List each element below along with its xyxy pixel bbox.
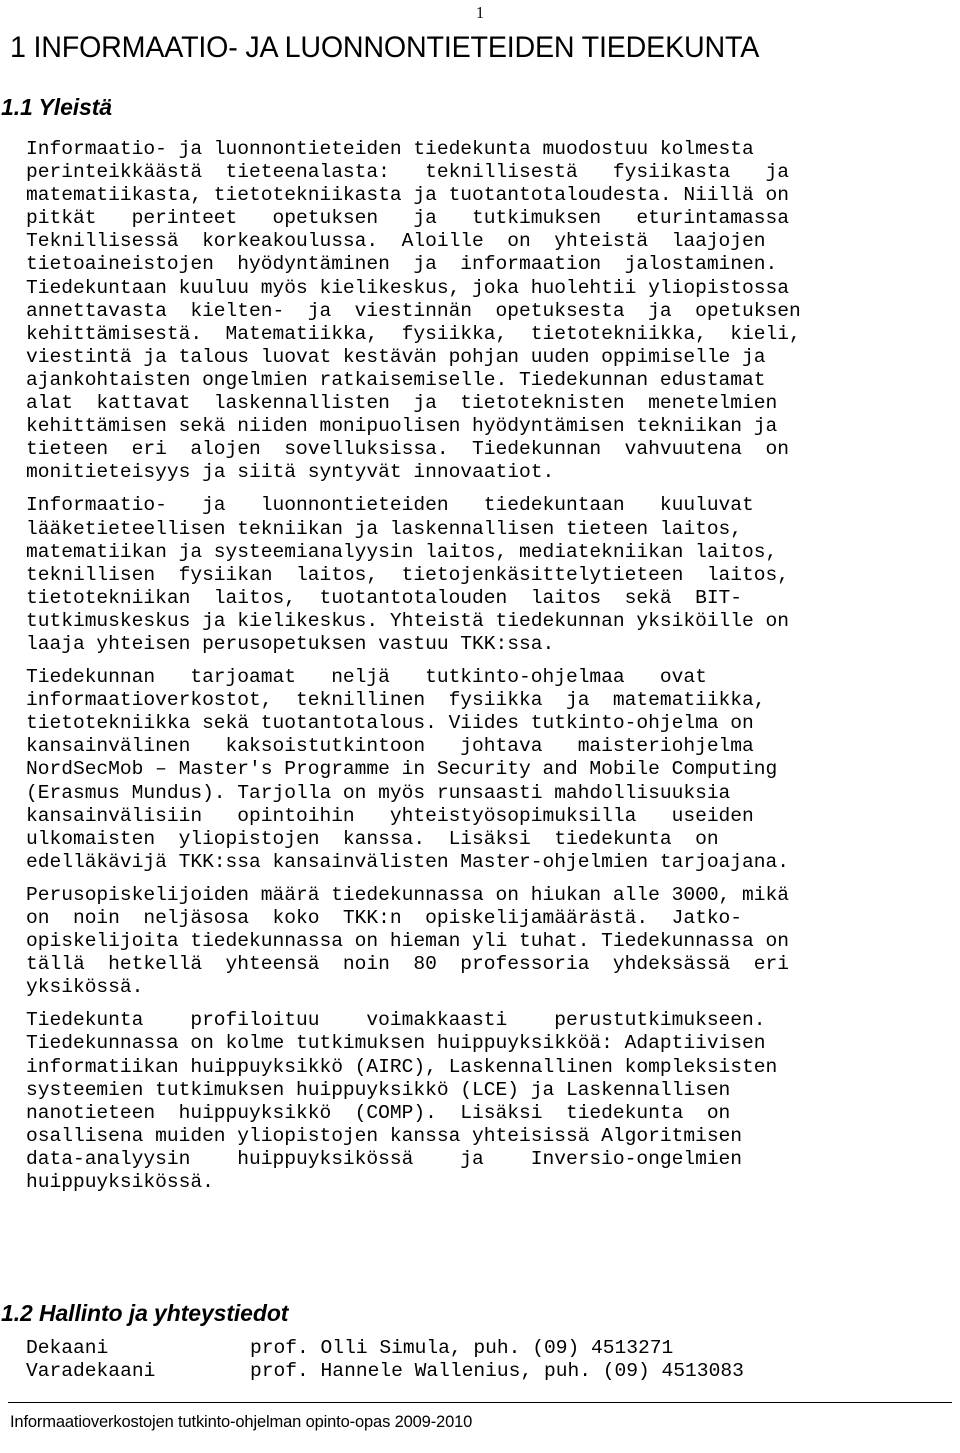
paragraph-line: osallisena muiden yliopistojen kanssa yh…	[26, 1124, 743, 1147]
paragraph-line: tietotekniikan laitos, tuotantotalouden …	[26, 586, 743, 609]
paragraph-line: tietotekniikka sekä tuotantotalous. Viid…	[26, 712, 754, 735]
paragraph-line: lääketieteellisen tekniikan ja laskennal…	[26, 517, 743, 540]
paragraph-line: laaja yhteisen perusopetuksen vastuu TKK…	[26, 632, 555, 655]
paragraph-line: alat kattavat laskennallisten ja tietote…	[26, 392, 778, 415]
paragraph-line: matematiikasta, tietotekniikasta ja tuot…	[26, 184, 789, 207]
paragraph-line: huippuyksikössä.	[26, 1171, 214, 1194]
page-content: 1 INFORMAATIO- JA LUONNONTIETEIDEN TIEDE…	[10, 30, 950, 66]
footer-text: Informaatioverkostojen tutkinto-ohjelman…	[10, 1413, 473, 1431]
section-body-yleista: Informaatio- ja luonnontieteiden tiedeku…	[26, 138, 938, 1194]
paragraph-line: kehittämisen sekä niiden monipuolisen hy…	[26, 415, 778, 438]
paragraph-line: tietoaineistojen hyödyntäminen ja inform…	[26, 253, 778, 276]
paragraph-line: informaatioverkostot, teknillinen fysiik…	[26, 689, 766, 712]
paragraph-line: matematiikan ja systeemianalyysin laitos…	[26, 540, 778, 563]
paragraph-line: NordSecMob – Master's Programme in Secur…	[26, 758, 778, 781]
paragraph-line: edelläkävijä TKK:ssa kansainvälisten Mas…	[26, 850, 789, 873]
paragraph: Tiedekunnan tarjoamat neljä tutkinto-ohj…	[26, 666, 938, 874]
paragraph-line: annettavasta kielten- ja viestinnän opet…	[26, 299, 801, 322]
paragraph: Perusopiskelijoiden määrä tiedekunnassa …	[26, 884, 938, 999]
paragraph-line: Tiedekuntaan kuuluu myös kielikeskus, jo…	[26, 276, 789, 299]
paragraph-line: data-analyysin huippuyksikössä ja Invers…	[26, 1147, 743, 1170]
contact-value: prof. Hannele Wallenius, puh. (09) 45130…	[250, 1360, 744, 1383]
paragraph-line: tällä hetkellä yhteensä noin 80 professo…	[26, 953, 789, 976]
contact-list: Dekaani prof. Olli Simula, puh. (09) 4513…	[26, 1337, 938, 1383]
paragraph-line: Tiedekunnan tarjoamat neljä tutkinto-ohj…	[26, 666, 707, 689]
paragraph-line: kehittämisestä. Matematiikka, fysiikka, …	[26, 322, 801, 345]
paragraph-line: yksikössä.	[26, 976, 144, 999]
paragraph-line: Tiedekunnassa on kolme tutkimuksen huipp…	[26, 1032, 766, 1055]
paragraph-line: tutkimuskeskus ja kielikeskus. Yhteistä …	[26, 609, 789, 632]
paragraph: Informaatio- ja luonnontieteiden tiedeku…	[26, 494, 938, 656]
paragraph-line: Perusopiskelijoiden määrä tiedekunnassa …	[26, 883, 789, 906]
paragraph-line: Tiedekunta profiloituu voimakkaasti peru…	[26, 1009, 766, 1032]
paragraph-line: informatiikan huippuyksikkö (AIRC), Lask…	[26, 1055, 778, 1078]
contact-role: Dekaani	[26, 1337, 109, 1359]
paragraph-line: kansainvälinen kaksoistutkintoon johtava…	[26, 735, 754, 758]
page-title: 1 INFORMAATIO- JA LUONNONTIETEIDEN TIEDE…	[10, 31, 760, 64]
paragraph-line: viestintä ja talous luovat kestävän pohj…	[26, 345, 766, 368]
paragraph-line: Teknillisessä korkeakoulussa. Aloille on…	[26, 230, 766, 253]
footer-divider	[8, 1402, 952, 1403]
paragraph-line: perinteikkäästä tieteenalasta: teknillis…	[26, 161, 789, 184]
paragraph-line: kansainvälisiin opintoihin yhteistyösopi…	[26, 804, 754, 827]
paragraph-line: Informaatio- ja luonnontieteiden tiedeku…	[26, 138, 754, 160]
paragraph-line: monitieteisyys ja siitä syntyvät innovaa…	[26, 461, 555, 484]
contact-row: Varadekaani prof. Hannele Wallenius, puh.…	[26, 1360, 938, 1383]
paragraph-line: nanotieteen huippuyksikkö (COMP). Lisäks…	[26, 1101, 731, 1124]
section-heading-hallinto: 1.2 Hallinto ja yhteystiedot	[1, 1300, 289, 1326]
paragraph-line: teknillisen fysiikan laitos, tietojenkäs…	[26, 563, 789, 586]
paragraph: Informaatio- ja luonnontieteiden tiedeku…	[26, 138, 938, 484]
contact-role: Varadekaani	[26, 1360, 156, 1383]
contact-value: prof. Olli Simula, puh. (09) 4513271	[250, 1337, 674, 1359]
paragraph-line: (Erasmus Mundus). Tarjolla on myös runsa…	[26, 781, 731, 804]
contact-row: Dekaani prof. Olli Simula, puh. (09) 4513…	[26, 1337, 938, 1360]
paragraph: Tiedekunta profiloituu voimakkaasti peru…	[26, 1009, 938, 1194]
paragraph-line: systeemien tutkimuksen huippuyksikkö (LC…	[26, 1078, 731, 1101]
paragraph-line: tieteen eri alojen sovelluksissa. Tiedek…	[26, 438, 789, 461]
paragraph-line: ajankohtaisten ongelmien ratkaisemiselle…	[26, 368, 766, 391]
section-heading-yleista: 1.1 Yleistä	[1, 94, 113, 120]
paragraph-line: Informaatio- ja luonnontieteiden tiedeku…	[26, 494, 754, 517]
paragraph-line: pitkät perinteet opetuksen ja tutkimukse…	[26, 207, 789, 230]
document-page: 1 1 INFORMAATIO- JA LUONNONTIETEIDEN TIE…	[0, 0, 960, 1453]
paragraph-line: opiskelijoita tiedekunnassa on hieman yl…	[26, 930, 789, 953]
page-number: 1	[475, 3, 485, 22]
paragraph-line: ulkomaisten yliopistojen kanssa. Lisäksi…	[26, 827, 719, 850]
paragraph-line: on noin neljäsosa koko TKK:n opiskelijam…	[26, 907, 743, 929]
